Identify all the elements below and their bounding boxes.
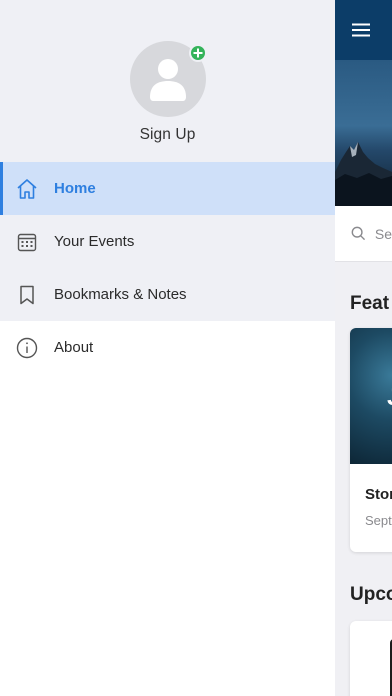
user-placeholder-icon — [149, 59, 186, 101]
menu-item-about[interactable]: About — [0, 321, 335, 374]
menu-label-your-events: Your Events — [54, 233, 135, 250]
hamburger-menu-icon[interactable] — [351, 22, 371, 38]
menu-item-bookmarks-notes[interactable]: Bookmarks & Notes — [0, 268, 335, 321]
profile-header: Sign Up — [0, 0, 335, 162]
featured-card[interactable]: J Stor Sept — [350, 328, 392, 552]
avatar[interactable] — [129, 41, 207, 117]
search-bar[interactable]: Se — [335, 206, 392, 262]
home-icon — [16, 178, 38, 200]
upcoming-section-title: Upco — [350, 584, 392, 605]
featured-section-title: Feat — [350, 293, 390, 314]
bookmark-icon — [16, 284, 38, 306]
add-icon[interactable] — [188, 44, 207, 62]
upcoming-card[interactable] — [350, 621, 392, 696]
top-bar — [335, 0, 392, 60]
search-icon — [351, 226, 366, 241]
menu-label-about: About — [54, 339, 94, 356]
navigation-drawer: Sign Up Home Your Events Bookmarks & Not… — [0, 0, 335, 696]
signup-link[interactable]: Sign Up — [140, 126, 196, 144]
featured-card-subtitle: Sept — [365, 513, 392, 528]
featured-card-title: Stor — [365, 486, 392, 503]
featured-card-image: J — [350, 328, 392, 464]
menu-label-bookmarks-notes: Bookmarks & Notes — [54, 286, 187, 303]
menu-label-home: Home — [54, 180, 96, 197]
info-icon — [16, 337, 38, 359]
calendar-icon — [16, 231, 38, 253]
hero-image — [335, 60, 392, 206]
featured-card-image-glyph: J — [387, 384, 392, 412]
menu-item-home[interactable]: Home — [0, 162, 335, 215]
search-placeholder: Se — [374, 225, 392, 242]
main-screen: Se Feat J Stor Sept Upco — [335, 0, 392, 696]
menu-item-your-events[interactable]: Your Events — [0, 215, 335, 268]
